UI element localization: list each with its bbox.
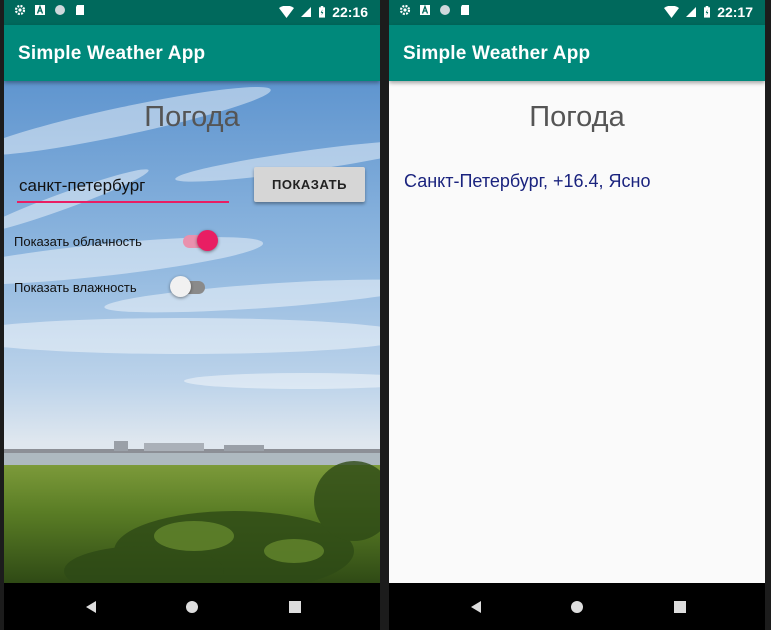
show-button[interactable]: ПОКАЗАТЬ: [254, 167, 365, 202]
settings-icon: [399, 4, 411, 16]
app-bar: Simple Weather App: [389, 25, 765, 81]
city-input[interactable]: [17, 173, 229, 203]
humidity-switch[interactable]: [170, 275, 209, 297]
status-bar: 22:17: [389, 0, 765, 25]
page-heading: Погода: [529, 101, 625, 133]
a-box-icon: [35, 4, 45, 15]
app-title: Simple Weather App: [18, 43, 206, 64]
sd-card-icon: [461, 5, 469, 15]
circle-icon: [440, 5, 450, 15]
home-button[interactable]: [567, 597, 587, 617]
home-icon: [186, 601, 198, 613]
battery-icon: [319, 6, 326, 18]
status-time: 22:17: [717, 4, 753, 20]
signal-icon: [301, 7, 312, 17]
page-heading: Погода: [144, 101, 240, 133]
cloudiness-label: Показать облачность: [14, 234, 142, 249]
result-content: Погода Санкт-Петербург, +16.4, Ясно: [389, 81, 765, 583]
settings-icon: [14, 4, 26, 16]
wifi-icon: [279, 6, 295, 18]
switch-thumb: [197, 230, 218, 251]
home-button[interactable]: [182, 597, 202, 617]
wifi-icon: [664, 6, 680, 18]
back-icon: [471, 601, 481, 613]
navigation-bar: [4, 583, 380, 630]
phone-screen-main: 22:16 Simple Weather App Погода санкт-пе…: [4, 0, 380, 630]
switch-thumb: [170, 276, 191, 297]
navigation-bar: [389, 583, 765, 630]
back-icon: [86, 601, 96, 613]
home-icon: [571, 601, 583, 613]
a-box-icon: [420, 4, 430, 15]
recents-icon: [289, 601, 301, 613]
humidity-label: Показать влажность: [14, 280, 137, 295]
signal-icon: [686, 7, 697, 17]
main-content: Погода ПОКАЗАТЬ Показать облачность Пока…: [4, 81, 380, 583]
recents-icon: [674, 601, 686, 613]
app-title: Simple Weather App: [403, 43, 591, 64]
cloudiness-switch[interactable]: [181, 229, 219, 251]
recents-button[interactable]: [285, 597, 305, 617]
battery-icon: [704, 6, 711, 18]
circle-icon: [55, 5, 65, 15]
sd-card-icon: [76, 5, 84, 15]
back-button[interactable]: [81, 597, 101, 617]
status-time: 22:16: [332, 4, 368, 20]
weather-result-text: Санкт-Петербург, +16.4, Ясно: [404, 171, 651, 191]
landscape-background: [4, 81, 380, 583]
status-bar: 22:16: [4, 0, 380, 25]
phone-screen-result: 22:17 Simple Weather App Погода Санкт-Пе…: [389, 0, 765, 630]
recents-button[interactable]: [670, 597, 690, 617]
back-button[interactable]: [466, 597, 486, 617]
app-bar: Simple Weather App: [4, 25, 380, 81]
